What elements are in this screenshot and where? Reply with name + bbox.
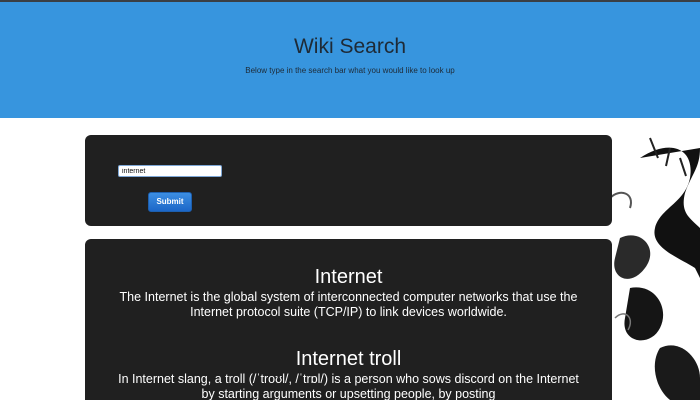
result-title[interactable]: Internet troll xyxy=(85,348,612,370)
result-title[interactable]: Internet xyxy=(85,266,612,288)
page-header: Wiki Search Below type in the search bar… xyxy=(0,2,700,118)
submit-button[interactable]: Submit xyxy=(148,192,192,212)
result-item[interactable]: Internet troll In Internet slang, a trol… xyxy=(85,348,612,400)
search-card: Submit xyxy=(85,135,612,226)
page-subtitle: Below type in the search bar what you wo… xyxy=(245,66,455,75)
page-title: Wiki Search xyxy=(293,35,407,58)
result-item[interactable]: Internet The Internet is the global syst… xyxy=(85,266,612,320)
result-description: In Internet slang, a troll (/ˈtroʊl/, /ˈ… xyxy=(118,372,579,400)
search-input[interactable] xyxy=(118,165,222,177)
results-card: Internet The Internet is the global syst… xyxy=(85,239,612,400)
background-artwork xyxy=(609,137,700,400)
result-description: The Internet is the global system of int… xyxy=(119,290,578,319)
